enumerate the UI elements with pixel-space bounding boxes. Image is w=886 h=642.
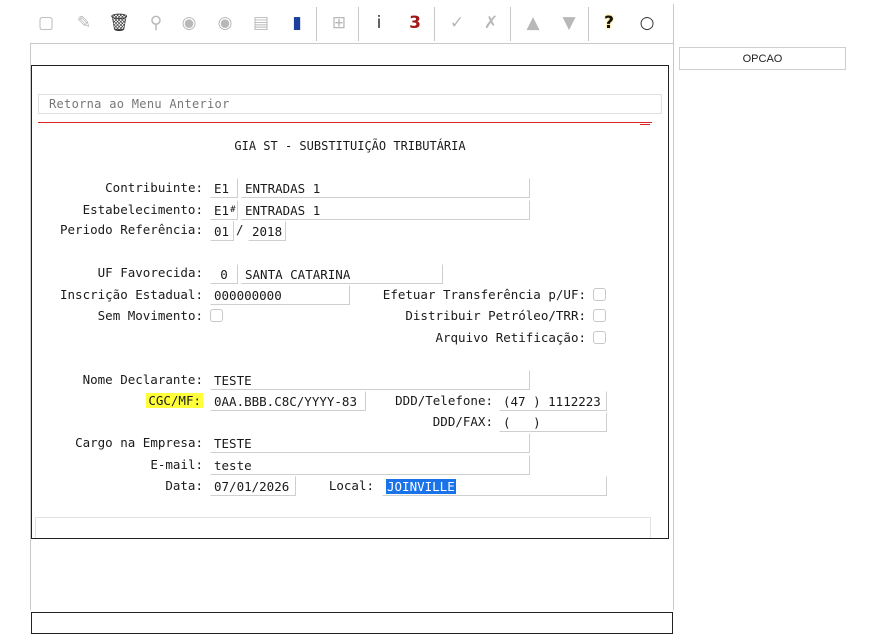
binoculars-icon[interactable]: ⊞ xyxy=(326,9,352,37)
search-icon[interactable]: ⚲ xyxy=(143,9,169,37)
local-field[interactable]: JOINVILLE xyxy=(382,476,607,496)
retificacao-label: Arquivo Retificação: xyxy=(435,330,586,345)
petroleo-checkbox[interactable] xyxy=(593,309,606,322)
toolbar-separator xyxy=(510,7,511,41)
toolbar-separator xyxy=(588,7,589,41)
cgc-field[interactable]: 0AA.BBB.C8C/YYYY-83 xyxy=(210,391,366,411)
chat-icon[interactable]: ○ xyxy=(634,9,660,37)
email-field[interactable]: teste xyxy=(210,455,530,475)
toolbar-separator xyxy=(434,7,435,41)
new-document-icon[interactable]: ▢ xyxy=(33,9,59,37)
transferencia-checkbox[interactable] xyxy=(593,288,606,301)
cargo-field[interactable]: TESTE xyxy=(210,433,530,453)
retificacao-checkbox[interactable] xyxy=(593,331,606,344)
opcao-button[interactable]: OPCAO xyxy=(679,47,846,70)
sem-movimento-label: Sem Movimento: xyxy=(97,308,203,323)
cargo-label: Cargo na Empresa: xyxy=(75,435,203,450)
estabelecimento-code: E1 xyxy=(214,202,230,218)
periodo-month-field[interactable]: 01 xyxy=(210,221,234,241)
estabelecimento-marker: # xyxy=(230,205,236,215)
periodo-year-field[interactable]: 2018 xyxy=(248,221,286,241)
periodo-label: Periodo Referência: xyxy=(60,222,203,237)
nome-declarante-field[interactable]: TESTE xyxy=(210,370,530,390)
title-divider xyxy=(38,122,652,123)
fax-field[interactable]: ( ) xyxy=(499,412,607,432)
uf-favorecida-label: UF Favorecida: xyxy=(97,265,203,280)
cgc-label: CGC/MF: xyxy=(40,393,203,408)
status-bar xyxy=(31,612,673,634)
cgc-label-text: CGC/MF: xyxy=(146,393,203,408)
email-label: E-mail: xyxy=(150,457,203,472)
contribuinte-code-field[interactable]: E1 xyxy=(210,178,238,198)
uf-name-field: SANTA CATARINA xyxy=(241,264,443,284)
contribuinte-label: Contribuinte: xyxy=(105,180,203,195)
estabelecimento-label: Estabelecimento: xyxy=(82,202,203,217)
calculator-icon[interactable]: 3 xyxy=(402,9,428,37)
inscricao-label: Inscrição Estadual: xyxy=(60,287,203,302)
fax-label: DDD/FAX: xyxy=(432,414,493,429)
contribuinte-name-field: ENTRADAS 1 xyxy=(241,178,530,198)
local-value: JOINVILLE xyxy=(386,478,456,494)
info-icon[interactable]: i xyxy=(366,9,392,37)
uf-code-field[interactable]: 0 xyxy=(210,264,238,284)
down-icon[interactable]: ▼ xyxy=(556,9,582,37)
help-icon[interactable]: ? xyxy=(596,9,622,37)
periodo-separator: / xyxy=(236,222,244,237)
print-icon[interactable]: ▤ xyxy=(248,9,274,37)
estabelecimento-name-field: ENTRADAS 1 xyxy=(241,200,530,220)
toolbar: ▢ ✎ 🗑 ⚲ ◉ ◉ ▤ ▮ ⊞ i 3 ✓ ✗ ▲ ▼ ? ○ xyxy=(28,4,673,42)
next-icon[interactable]: ◉ xyxy=(212,9,238,37)
nome-declarante-label: Nome Declarante: xyxy=(82,372,203,387)
up-icon[interactable]: ▲ xyxy=(520,9,546,37)
petroleo-label: Distribuir Petróleo/TRR: xyxy=(405,308,586,323)
form-footer-area xyxy=(35,517,651,538)
toolbar-separator xyxy=(316,7,317,41)
check-icon[interactable]: ✓ xyxy=(444,9,470,37)
transferencia-label: Efetuar Transferência p/UF: xyxy=(382,287,586,302)
data-label: Data: xyxy=(165,478,203,493)
page-title: GIA ST - SUBSTITUIÇÃO TRIBUTÁRIA xyxy=(234,139,466,153)
back-to-menu-field[interactable]: Retorna ao Menu Anterior xyxy=(38,94,662,114)
edit-icon[interactable]: ✎ xyxy=(71,9,97,37)
trash-icon[interactable]: 🗑 xyxy=(106,9,132,37)
exit-door-icon[interactable]: ▮ xyxy=(284,9,310,37)
telefone-field[interactable]: (47 ) 1112223 xyxy=(499,391,607,411)
inscricao-field[interactable]: 000000000 xyxy=(210,285,350,305)
data-field[interactable]: 07/01/2026 xyxy=(210,476,296,496)
toolbar-separator xyxy=(358,7,359,41)
previous-icon[interactable]: ◉ xyxy=(176,9,202,37)
estabelecimento-code-field[interactable]: E1 # xyxy=(210,200,238,220)
local-label: Local: xyxy=(328,478,374,493)
cancel-icon[interactable]: ✗ xyxy=(478,9,504,37)
frame-top-line xyxy=(30,43,673,44)
sem-movimento-checkbox[interactable] xyxy=(210,309,223,322)
telefone-label: DDD/Telefone: xyxy=(395,393,493,408)
divider-tick xyxy=(640,124,650,125)
toolbar-frame-right xyxy=(673,4,674,610)
